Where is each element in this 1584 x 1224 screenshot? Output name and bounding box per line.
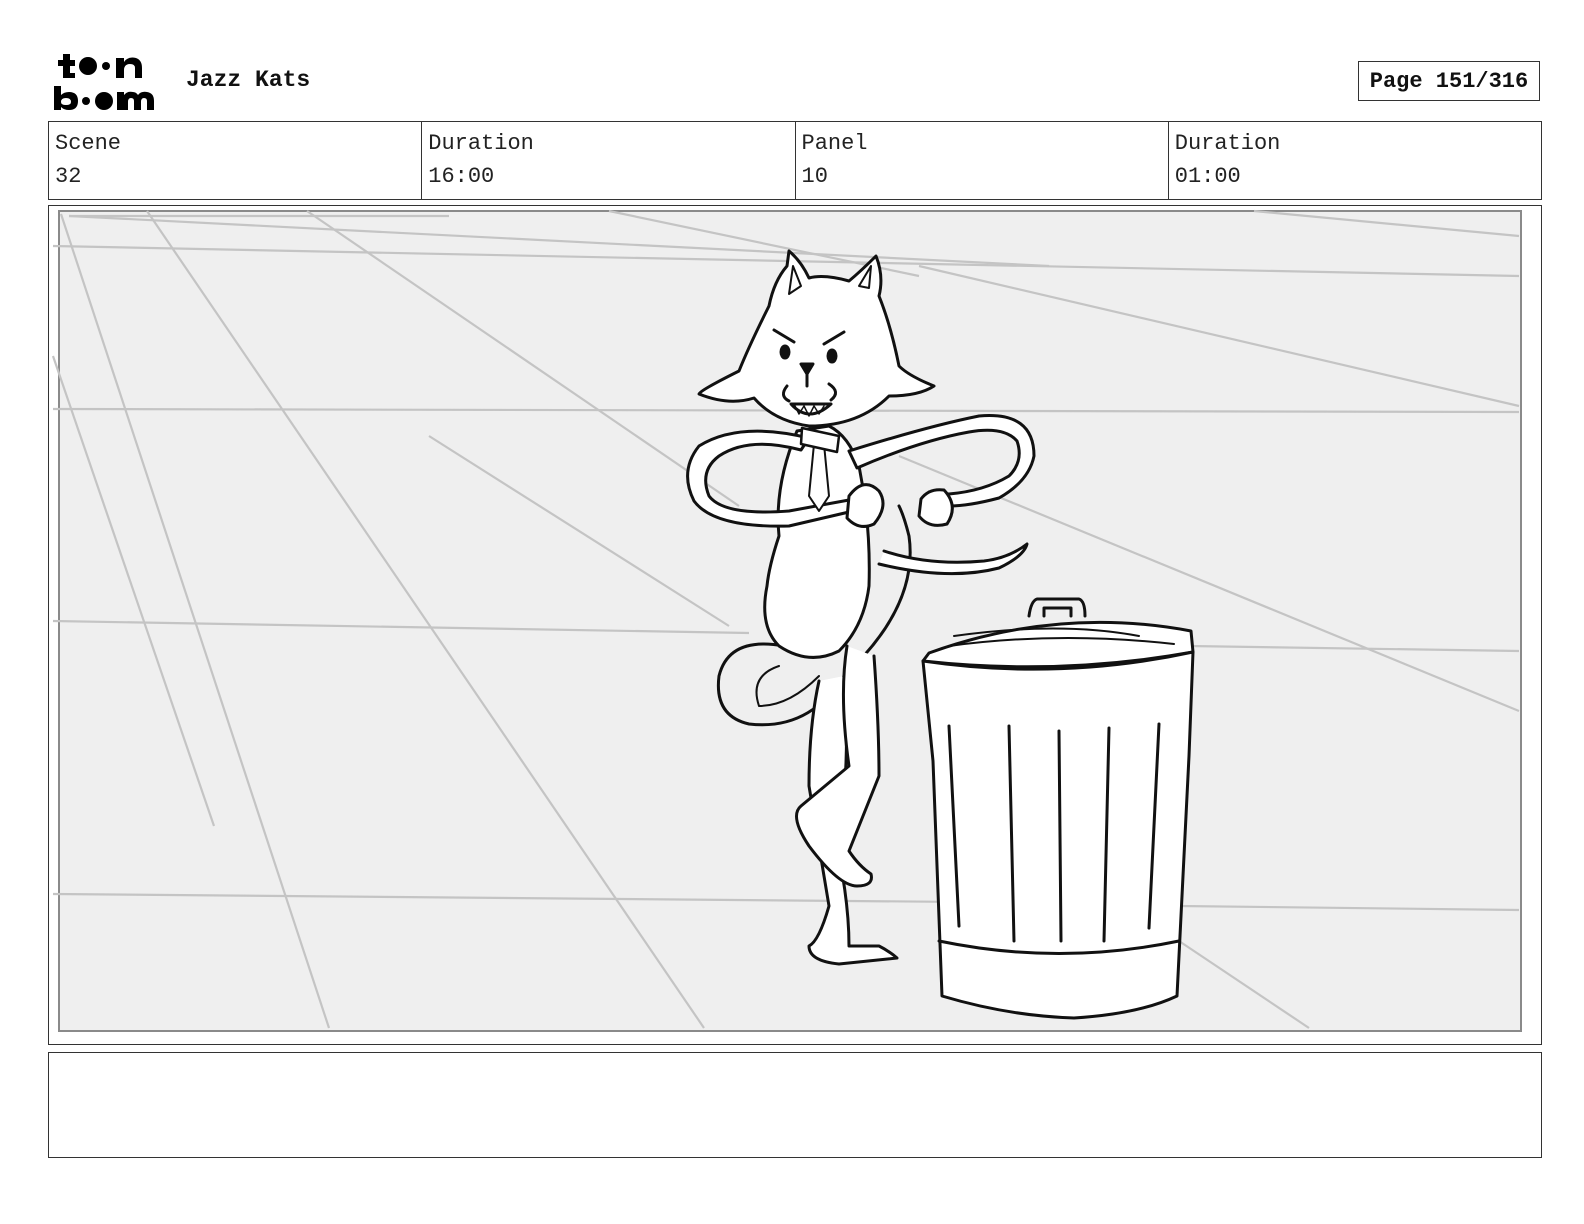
notes-box <box>48 1052 1542 1158</box>
panel-duration-label: Duration <box>1174 131 1281 156</box>
page-indicator: Page 151/316 <box>1358 61 1540 101</box>
storyboard-panel <box>48 205 1542 1045</box>
panel-duration-value: 01:00 <box>1174 164 1241 189</box>
panel-label: Panel <box>801 131 868 156</box>
scene-value: 32 <box>55 164 82 189</box>
trash-can <box>921 597 1195 1020</box>
scene-cell: Scene 32 <box>49 122 421 199</box>
project-title: Jazz Kats <box>186 67 311 93</box>
scene-duration-label: Duration <box>428 131 534 156</box>
scene-info-table: Scene 32 Duration 16:00 Panel 10 Duratio… <box>48 121 1542 200</box>
toon-boom-logo <box>54 54 154 110</box>
panel-value: 10 <box>801 164 828 189</box>
scene-duration-cell: Duration 16:00 <box>421 122 794 199</box>
storyboard-sketch <box>51 209 1522 1032</box>
scene-label: Scene <box>55 131 122 156</box>
panel-duration-cell: Duration 01:00 <box>1167 122 1541 199</box>
scene-duration-value: 16:00 <box>428 164 495 189</box>
panel-cell: Panel 10 <box>794 122 1168 199</box>
page-label: Page 151/316 <box>1369 68 1529 94</box>
